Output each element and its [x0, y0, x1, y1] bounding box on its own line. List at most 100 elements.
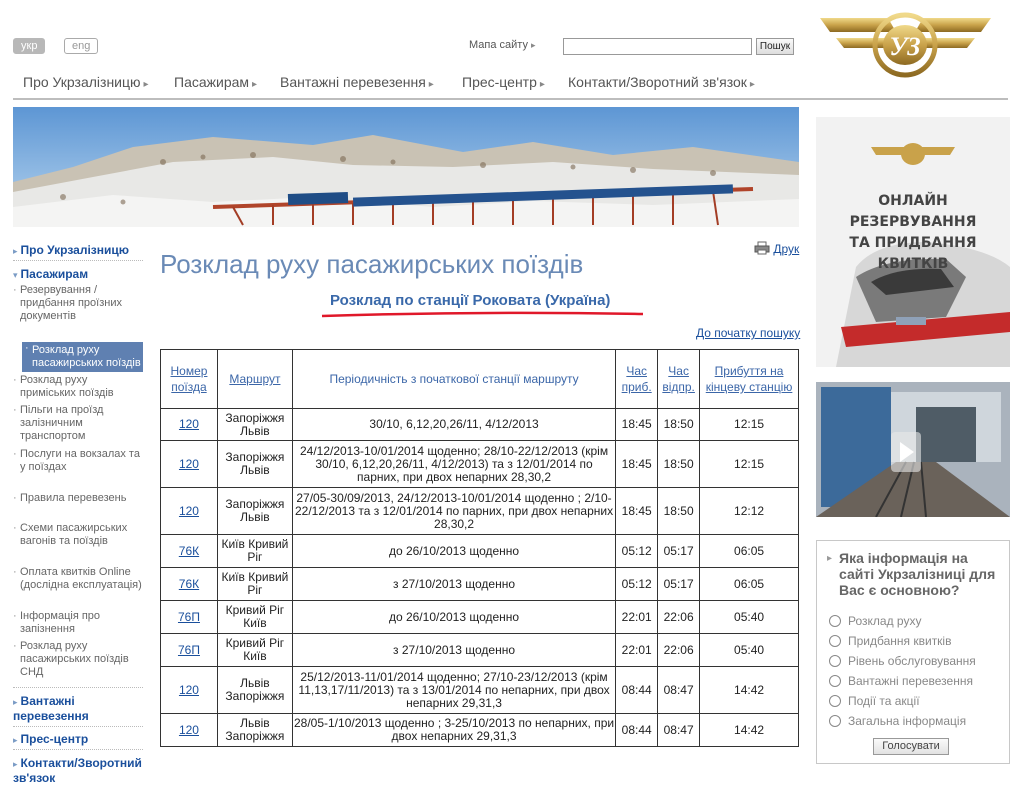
divider	[13, 260, 143, 261]
divider	[13, 687, 143, 688]
radio-icon[interactable]	[829, 635, 841, 647]
poll-option[interactable]: Події та акції	[829, 694, 920, 708]
col-route[interactable]: Маршрут	[216, 349, 293, 409]
vote-button[interactable]: Голосувати	[873, 738, 949, 755]
table-header-row: Номер поїзда Маршрут Періодичність з поч…	[160, 349, 799, 409]
train-number-link[interactable]: 76К	[179, 544, 199, 558]
table-row: 76П Кривий Ріг Київ до 26/10/2013 щоденн…	[160, 600, 799, 634]
divider	[13, 749, 143, 750]
leftnav-sub-cis[interactable]: Розклад руху пасажирських поїздів СНД	[13, 640, 142, 679]
table-row: 120 Львів Запоріжжя 25/12/2013-11/01/201…	[160, 666, 799, 714]
sitemap-link[interactable]: Мапа сайту ▸	[469, 39, 536, 51]
leftnav-sub-schemes[interactable]: Схеми пасажирських вагонів та поїздів	[13, 522, 142, 548]
col-final[interactable]: Прибуття на кінцеву станцію	[699, 349, 799, 409]
arr-cell: 22:01	[615, 600, 659, 634]
period-cell: 25/12/2013-11/01/2014 щоденно; 27/10-23/…	[291, 666, 617, 714]
search-input[interactable]	[563, 38, 752, 55]
leftnav-sub-schedule[interactable]: Розклад руху пасажирських поїздів	[22, 342, 143, 372]
col-arr[interactable]: Час приб.	[615, 349, 659, 409]
leftnav-press[interactable]: Прес-центр	[13, 732, 89, 746]
final-cell: 06:05	[699, 567, 799, 601]
leftnav-sub-rules[interactable]: Правила перевезень	[13, 492, 142, 505]
leftnav-sub-reservation[interactable]: Резервування / придбання проїзних докуме…	[13, 284, 142, 323]
leftnav-sub-online[interactable]: Оплата квитків Online (дослідна експлуат…	[13, 566, 142, 592]
train-number-link[interactable]: 120	[179, 457, 199, 471]
table-row: 120 Запоріжжя Львів 24/12/2013-10/01/201…	[160, 440, 799, 488]
dep-cell: 22:06	[657, 633, 701, 667]
route-cell: Київ Кривий Ріг	[216, 567, 293, 601]
dep-cell: 18:50	[657, 487, 701, 535]
topnav-press[interactable]: Прес-центр	[462, 74, 545, 90]
schedule-table: Номер поїзда Маршрут Періодичність з поч…	[160, 349, 799, 747]
leftnav-sub-delays[interactable]: Інформація про запізнення	[13, 610, 142, 636]
leftnav-contacts[interactable]: Контакти/Зворотний зв'язок	[13, 756, 143, 785]
period-cell: 27/05-30/09/2013, 24/12/2013-10/01/2014 …	[291, 487, 617, 535]
poll-option[interactable]: Вантажні перевезення	[829, 674, 973, 688]
route-cell: Київ Кривий Ріг	[216, 534, 293, 568]
leftnav-sub-benefits[interactable]: Пільги на проїзд залізничним транспортом	[13, 404, 142, 443]
table-row: 120 Львів Запоріжжя 28/05-1/10/2013 щоде…	[160, 713, 799, 747]
arr-cell: 22:01	[615, 633, 659, 667]
topnav-passengers[interactable]: Пасажирам	[174, 74, 257, 90]
train-number-link[interactable]: 120	[179, 417, 199, 431]
table-row: 76К Київ Кривий Ріг з 27/10/2013 щоденно…	[160, 567, 799, 601]
poll-option[interactable]: Загальна інформація	[829, 714, 966, 728]
route-cell: Запоріжжя Львів	[216, 408, 293, 441]
final-cell: 14:42	[699, 666, 799, 714]
radio-icon[interactable]	[829, 715, 841, 727]
search-button[interactable]: Пошук	[756, 38, 794, 55]
poll-option[interactable]: Розклад руху	[829, 614, 921, 628]
radio-icon[interactable]	[829, 695, 841, 707]
table-row: 76К Київ Кривий Ріг до 26/10/2013 щоденн…	[160, 534, 799, 568]
period-cell: 28/05-1/10/2013 щоденно ; 3-25/10/2013 п…	[291, 713, 617, 747]
poll-option[interactable]: Рівень обслуговування	[829, 654, 976, 668]
train-number-link[interactable]: 120	[179, 504, 199, 518]
final-cell: 05:40	[699, 600, 799, 634]
lang-ukr-button[interactable]: укр	[13, 38, 46, 54]
play-icon[interactable]	[891, 432, 921, 472]
leftnav-cargo[interactable]: Вантажні перевезення	[13, 694, 123, 723]
booking-ad-banner[interactable]: ОНЛАЙН РЕЗЕРВУВАННЯ ТА ПРИДБАННЯ КВИТКІВ	[816, 117, 1010, 367]
dep-cell: 18:50	[657, 408, 701, 441]
topnav-about[interactable]: Про Укрзалізницю	[23, 74, 149, 90]
video-ad-banner[interactable]	[816, 382, 1010, 517]
col-num[interactable]: Номер поїзда	[160, 349, 218, 409]
booking-ad-text: ОНЛАЙН РЕЗЕРВУВАННЯ ТА ПРИДБАННЯ КВИТКІВ	[849, 193, 977, 272]
radio-icon[interactable]	[829, 655, 841, 667]
leftnav-about[interactable]: Про Укрзалізницю	[13, 243, 129, 257]
col-dep[interactable]: Час відпр.	[657, 349, 701, 409]
topnav-cargo[interactable]: Вантажні перевезення	[280, 74, 434, 90]
dep-cell: 05:17	[657, 567, 701, 601]
final-cell: 05:40	[699, 633, 799, 667]
banner-image	[13, 107, 799, 227]
leftnav-passengers[interactable]: Пасажирам	[13, 267, 89, 281]
table-row: 120 Запоріжжя Львів 30/10, 6,12,20,26/11…	[160, 408, 799, 441]
col-period: Періодичність з початкової станції маршр…	[291, 349, 617, 409]
train-number-link[interactable]: 76К	[179, 577, 199, 591]
arr-cell: 18:45	[615, 440, 659, 488]
train-number-link[interactable]: 76П	[178, 643, 200, 657]
route-cell: Запоріжжя Львів	[216, 440, 293, 488]
arr-cell: 18:45	[615, 487, 659, 535]
dep-cell: 08:47	[657, 713, 701, 747]
page-title: Розклад руху пасажирських поїздів	[160, 249, 584, 279]
poll-option[interactable]: Придбання квитків	[829, 634, 951, 648]
route-cell: Кривий Ріг Київ	[216, 633, 293, 667]
leftnav-sub-services[interactable]: Послуги на вокзалах та у поїздах	[13, 448, 142, 474]
train-number-link[interactable]: 120	[179, 723, 199, 737]
table-row: 76П Кривий Ріг Київ з 27/10/2013 щоденно…	[160, 633, 799, 667]
topnav-contacts[interactable]: Контакти/Зворотний зв'язок	[568, 74, 755, 90]
print-link[interactable]: Друк	[754, 241, 799, 256]
final-cell: 14:42	[699, 713, 799, 747]
train-number-link[interactable]: 120	[179, 683, 199, 697]
red-underline	[321, 311, 644, 318]
leftnav-sub-suburban[interactable]: Розклад руху приміських поїздів	[13, 374, 142, 400]
train-number-link[interactable]: 76П	[178, 610, 200, 624]
lang-eng-button[interactable]: eng	[64, 38, 99, 54]
top-navigation: Про Укрзалізницю Пасажирам Вантажні пере…	[13, 66, 1008, 100]
to-search-start-link[interactable]: До початку пошуку	[696, 326, 800, 340]
radio-icon[interactable]	[829, 615, 841, 627]
final-cell: 12:12	[699, 487, 799, 535]
radio-icon[interactable]	[829, 675, 841, 687]
station-heading: Розклад по станції Роковата (Україна)	[330, 292, 611, 309]
